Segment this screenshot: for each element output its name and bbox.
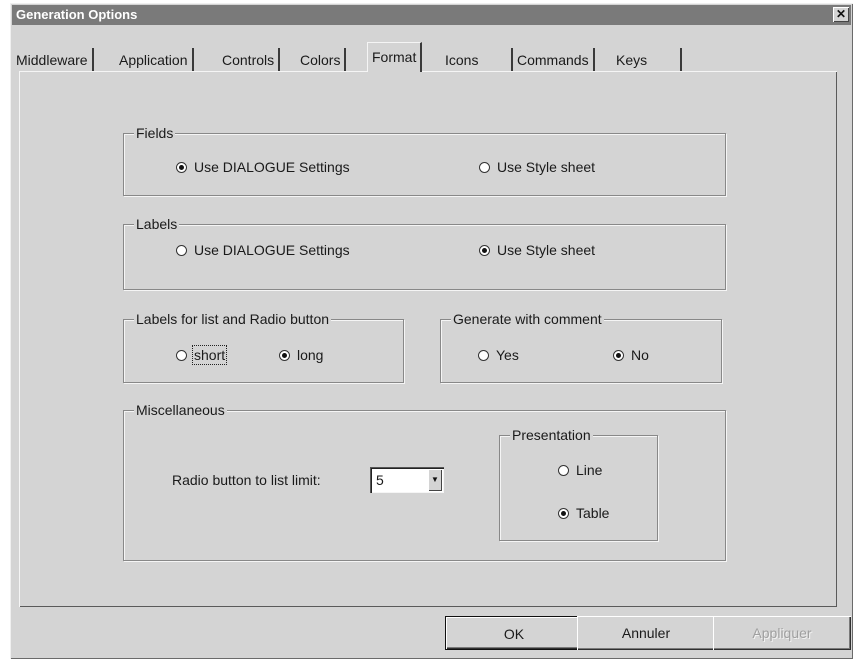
- tab-commands[interactable]: Commands: [513, 48, 595, 72]
- apply-button: Appliquer: [713, 616, 851, 650]
- ok-button[interactable]: OK: [445, 616, 583, 650]
- tab-icons[interactable]: Icons: [441, 48, 513, 72]
- fields-style-label: Use Style sheet: [497, 159, 596, 175]
- no-label: No: [631, 347, 649, 363]
- window-title: Generation Options: [16, 7, 138, 22]
- radio-checked-icon[interactable]: [279, 349, 290, 361]
- comment-legend: Generate with comment: [451, 311, 604, 327]
- yes-label: Yes: [496, 347, 519, 363]
- labels-dialogue-label: Use DIALOGUE Settings: [194, 242, 350, 258]
- cancel-label: Annuler: [621, 625, 671, 641]
- list-labels-legend: Labels for list and Radio button: [134, 311, 332, 327]
- fields-dialogue-label: Use DIALOGUE Settings: [194, 159, 350, 175]
- long-label: long: [297, 347, 324, 363]
- radio-checked-icon[interactable]: [479, 244, 490, 256]
- fields-group: Fields Use DIALOGUE Settings Use Style s…: [123, 125, 726, 196]
- line-label: Line: [576, 462, 603, 478]
- radio-checked-icon[interactable]: [176, 161, 187, 173]
- radio-unchecked-icon[interactable]: [478, 349, 489, 361]
- limit-value: 5: [376, 472, 384, 488]
- list-labels-group: Labels for list and Radio button short l…: [123, 311, 404, 383]
- table-label: Table: [576, 505, 610, 521]
- presentation-legend: Presentation: [510, 427, 593, 443]
- cancel-button[interactable]: Annuler: [577, 616, 715, 650]
- comment-radio-no[interactable]: No: [613, 347, 649, 363]
- labels-radio-style[interactable]: Use Style sheet: [479, 242, 595, 258]
- tab-controls[interactable]: Controls: [218, 48, 281, 72]
- tab-colors[interactable]: Colors: [296, 48, 347, 72]
- radio-checked-icon[interactable]: [613, 349, 624, 361]
- apply-label: Appliquer: [752, 625, 812, 641]
- tab-format[interactable]: Format: [367, 42, 423, 72]
- miscellaneous-legend: Miscellaneous: [134, 402, 227, 418]
- close-icon[interactable]: ✕: [833, 7, 849, 22]
- radio-list-limit-select[interactable]: 5 ▼: [370, 467, 444, 493]
- radio-unchecked-icon[interactable]: [479, 161, 490, 173]
- ok-label: OK: [503, 626, 525, 642]
- radio-list-limit-label: Radio button to list limit:: [172, 472, 321, 488]
- list-labels-radio-long[interactable]: long: [279, 347, 323, 363]
- presentation-group: Presentation Line Table: [499, 427, 658, 541]
- tab-middleware[interactable]: Middleware: [12, 48, 94, 72]
- radio-checked-icon[interactable]: [558, 507, 569, 519]
- short-label: short: [191, 345, 228, 365]
- fields-radio-dialogue[interactable]: Use DIALOGUE Settings: [176, 159, 350, 175]
- radio-unchecked-icon[interactable]: [558, 464, 569, 476]
- list-labels-radio-short[interactable]: short: [176, 345, 228, 365]
- chevron-down-icon[interactable]: ▼: [428, 469, 442, 491]
- labels-legend: Labels: [134, 216, 180, 232]
- presentation-radio-table[interactable]: Table: [558, 505, 609, 521]
- title-bar: Generation Options ✕: [12, 5, 851, 25]
- presentation-radio-line[interactable]: Line: [558, 462, 602, 478]
- fields-legend: Fields: [134, 125, 176, 141]
- radio-unchecked-icon[interactable]: [176, 244, 187, 256]
- labels-radio-dialogue[interactable]: Use DIALOGUE Settings: [176, 242, 350, 258]
- tab-keys[interactable]: Keys: [612, 48, 682, 72]
- tab-application[interactable]: Application: [115, 48, 194, 72]
- labels-group: Labels Use DIALOGUE Settings Use Style s…: [123, 216, 726, 290]
- fields-radio-style[interactable]: Use Style sheet: [479, 159, 595, 175]
- labels-style-label: Use Style sheet: [497, 242, 596, 258]
- comment-group: Generate with comment Yes No: [440, 311, 722, 383]
- comment-radio-yes[interactable]: Yes: [478, 347, 519, 363]
- radio-unchecked-icon[interactable]: [176, 349, 187, 361]
